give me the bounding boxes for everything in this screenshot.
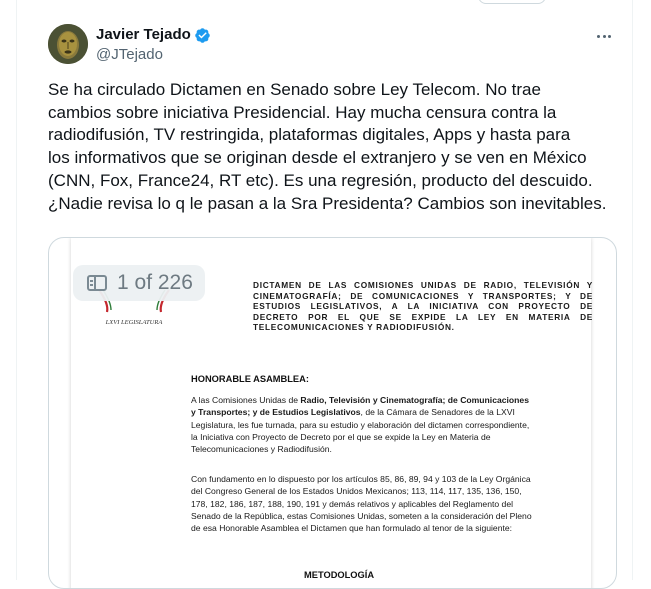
paragraph-bold-text: Radio, Televisión y Cinematografía; de C…	[300, 395, 529, 405]
paragraph-line: Senado de la República, estas Comisiones…	[191, 510, 532, 521]
section-heading: METODOLOGÍA	[304, 570, 375, 580]
paragraph-line: de esa Honorable Asamblea el Dictamen qu…	[191, 523, 513, 534]
paragraph-line: la Iniciativa con Proyecto de Decreto po…	[191, 431, 491, 442]
verified-badge-icon	[195, 28, 210, 43]
document-heading: HONORABLE ASAMBLEA:	[191, 374, 309, 384]
document-preview[interactable]: LXVI LEGISLATURA DICTAMEN DE LAS COMISIO…	[48, 237, 617, 589]
tweet-text: Se ha circulado Dictamen en Senado sobre…	[48, 79, 628, 215]
tweet-line: los informativos que se originan desde e…	[48, 148, 587, 168]
paragraph-text: A las Comisiones Unidas de	[191, 395, 301, 405]
paragraph-line: Legislatura, les fue turnada, para su es…	[191, 419, 530, 430]
avatar[interactable]	[48, 24, 88, 64]
tweet-line: Se ha circulado Dictamen en Senado sobre…	[48, 80, 541, 99]
tweet-line: ¿Nadie revisa lo q le pasan a la Sra Pre…	[48, 193, 607, 213]
document-pages-icon	[87, 275, 107, 291]
paragraph-line: 178, 182, 186, 187, 188, 190, 191 y demá…	[191, 498, 514, 509]
column-border-left	[16, 0, 17, 580]
author-name[interactable]: Javier Tejado	[96, 25, 191, 45]
paragraph-bold-text: y Transportes; y de Estudios Legislativo…	[191, 407, 361, 418]
page-count-badge: 1 of 226	[73, 265, 205, 301]
top-button-partial[interactable]	[478, 0, 546, 4]
paragraph-line: del Congreso General de los Estados Unid…	[191, 486, 522, 497]
tweet-line: cambios sobre iniciativa Presidencial. H…	[48, 102, 557, 122]
document-paragraph-1: A las Comisiones Unidas de Radio, Televi…	[191, 394, 559, 455]
avatar-mask-icon	[48, 24, 88, 64]
paragraph-line: Telecomunicaciones y Radiodifusión.	[191, 444, 332, 455]
column-border-right	[632, 0, 633, 580]
more-dot-icon	[596, 34, 600, 38]
seal-text: LXVI LEGISLATURA	[105, 319, 163, 326]
more-options-button[interactable]	[592, 24, 616, 48]
document-paragraph-2: Con fundamento en lo dispuesto por los a…	[191, 473, 559, 534]
tweet-line: (CNN, Fox, France24, RT etc). Es una reg…	[48, 170, 593, 190]
document-title: DICTAMEN DE LAS COMISIONES UNIDAS DE RAD…	[253, 280, 593, 332]
tweet-line: radiodifusión, TV restringida, plataform…	[48, 125, 571, 145]
page-count-text: 1 of 226	[117, 271, 193, 294]
more-dot-icon	[602, 34, 606, 38]
paragraph-text: , de la Cámara de Senadores de la LXVI	[360, 407, 515, 418]
author-handle[interactable]: @JTejado	[96, 45, 163, 65]
more-dot-icon	[608, 34, 612, 38]
paragraph-line: Con fundamento en lo dispuesto por los a…	[191, 474, 531, 484]
